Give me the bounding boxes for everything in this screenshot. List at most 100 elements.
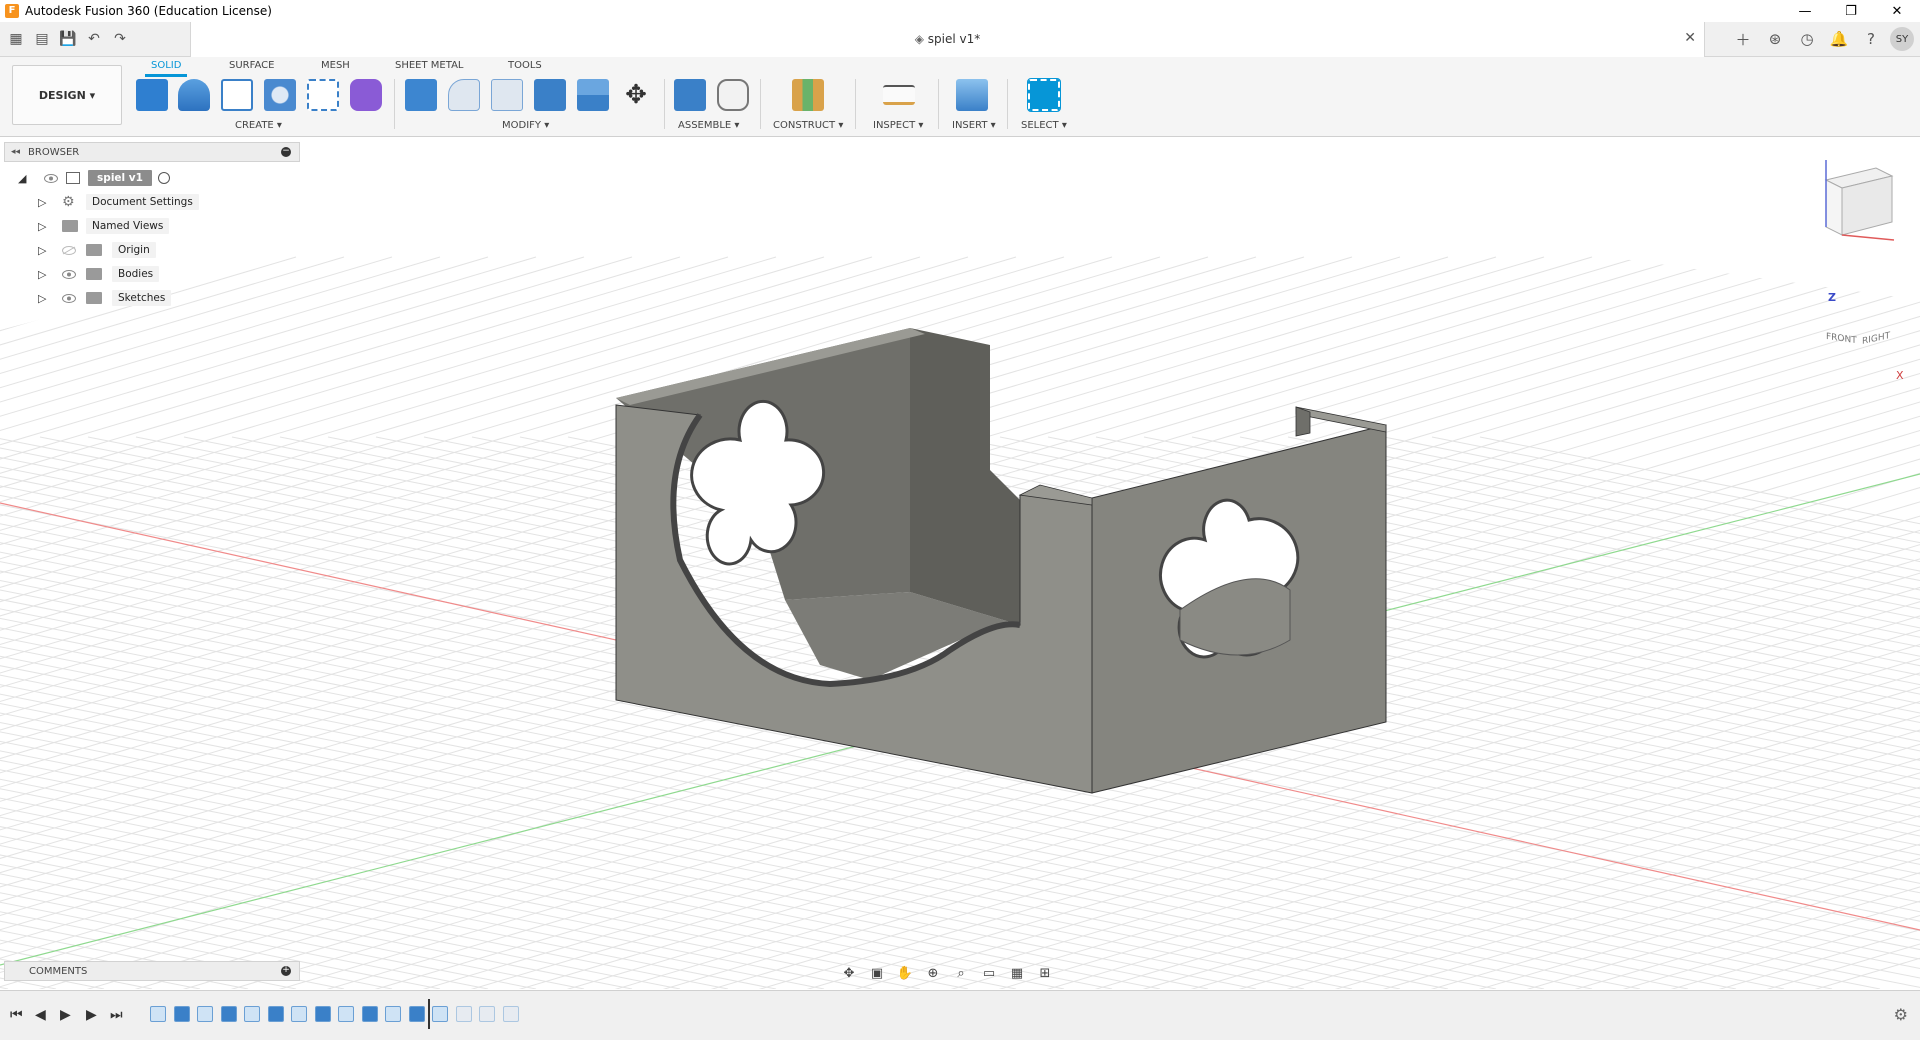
minimize-button[interactable]: — — [1782, 0, 1828, 22]
extrude-icon[interactable] — [178, 79, 210, 111]
tree-item-origin[interactable]: ▷ Origin — [4, 238, 300, 262]
save-icon[interactable]: 💾 — [56, 28, 80, 50]
new-tab-icon[interactable]: ＋ — [1730, 27, 1756, 51]
timeline-feature-icon[interactable] — [338, 1006, 354, 1022]
chamfer-icon[interactable] — [491, 79, 523, 111]
timeline-feature-icon[interactable] — [502, 1006, 519, 1022]
viewports-icon[interactable]: ⊞ — [1034, 963, 1056, 983]
undo-icon[interactable]: ↶ — [82, 28, 106, 50]
tree-root-row[interactable]: ◢ spiel v1 — [4, 166, 300, 190]
fit-zoom-window-icon[interactable]: ⌕ — [950, 963, 972, 983]
tab-surface[interactable]: SURFACE — [229, 60, 274, 71]
notifications-bell-icon[interactable]: 🔔 — [1826, 27, 1852, 51]
insert-image-icon[interactable] — [956, 79, 988, 111]
apps-grid-icon[interactable]: ▦ — [4, 28, 28, 50]
tree-item-named-views[interactable]: ▷ Named Views — [4, 214, 300, 238]
browser-minimize-icon[interactable]: − — [281, 147, 291, 157]
timeline-feature-icon[interactable] — [220, 1006, 237, 1022]
collapse-panel-icon[interactable]: ◂◂ — [11, 147, 20, 157]
timeline-feature-icon[interactable] — [150, 1006, 166, 1022]
job-status-icon[interactable]: ◷ — [1794, 27, 1820, 51]
expand-triangle-icon[interactable]: ▷ — [38, 196, 46, 209]
visibility-eye-icon[interactable] — [62, 269, 76, 279]
timeline-feature-icon[interactable] — [479, 1006, 495, 1022]
revolve-icon[interactable] — [264, 79, 296, 111]
look-at-icon[interactable]: ▣ — [866, 963, 888, 983]
browser-header[interactable]: ◂◂ BROWSER − — [4, 142, 300, 162]
extensions-icon[interactable]: ⊛ — [1762, 27, 1788, 51]
visibility-eye-icon[interactable] — [44, 173, 58, 183]
timeline-settings-gear-icon[interactable]: ⚙ — [1894, 1005, 1908, 1024]
timeline-feature-icon[interactable] — [361, 1006, 378, 1022]
timeline-feature-icon[interactable] — [291, 1006, 307, 1022]
construct-menu[interactable]: CONSTRUCT ▾ — [773, 120, 843, 131]
tab-tools[interactable]: TOOLS — [508, 60, 542, 71]
new-joint-icon[interactable] — [674, 79, 706, 111]
timeline-marker[interactable] — [428, 999, 430, 1029]
workspace-switcher-button[interactable]: DESIGN ▾ — [12, 65, 122, 125]
display-settings-icon[interactable]: ▭ — [978, 963, 1000, 983]
pan-hand-icon[interactable]: ✋ — [894, 963, 916, 983]
hidden-eye-icon[interactable] — [62, 245, 76, 255]
document-tab[interactable]: ◈ spiel v1* ✕ — [190, 22, 1705, 57]
redo-icon[interactable]: ↷ — [108, 28, 132, 50]
timeline-feature-icon[interactable] — [408, 1006, 425, 1022]
form-icon[interactable] — [350, 79, 382, 111]
timeline-feature-icon[interactable] — [385, 1006, 401, 1022]
pattern-icon[interactable] — [307, 79, 339, 111]
inspect-menu[interactable]: INSPECT ▾ — [873, 120, 923, 131]
user-avatar[interactable]: SY — [1890, 27, 1914, 51]
create-menu[interactable]: CREATE ▾ — [235, 120, 282, 131]
tree-item-sketches[interactable]: ▷ Sketches — [4, 286, 300, 310]
expand-triangle-icon[interactable]: ▷ — [38, 220, 46, 233]
maximize-button[interactable]: ❐ — [1828, 0, 1874, 22]
model-body[interactable] — [615, 328, 1387, 794]
help-icon[interactable]: ? — [1858, 27, 1884, 51]
measure-icon[interactable] — [883, 85, 915, 105]
timeline-feature-icon[interactable] — [314, 1006, 331, 1022]
select-menu[interactable]: SELECT ▾ — [1021, 120, 1067, 131]
new-component-icon[interactable] — [136, 79, 168, 111]
press-pull-icon[interactable] — [405, 79, 437, 111]
file-menu-icon[interactable]: ▤ — [30, 28, 54, 50]
collapse-triangle-icon[interactable]: ◢ — [18, 172, 26, 185]
tree-item-document-settings[interactable]: ▷ ⚙ Document Settings — [4, 190, 300, 214]
insert-menu[interactable]: INSERT ▾ — [952, 120, 996, 131]
timeline-feature-icon[interactable] — [173, 1006, 190, 1022]
zoom-icon[interactable]: ⊕ — [922, 963, 944, 983]
timeline-feature-icon[interactable] — [244, 1006, 260, 1022]
select-icon[interactable] — [1027, 78, 1061, 112]
timeline-feature-icon[interactable] — [267, 1006, 284, 1022]
tab-mesh[interactable]: MESH — [321, 60, 350, 71]
shell-icon[interactable] — [534, 79, 566, 111]
visibility-eye-icon[interactable] — [62, 293, 76, 303]
fillet-icon[interactable] — [448, 79, 480, 111]
timeline-feature-icon[interactable] — [455, 1006, 472, 1022]
orbit-icon[interactable]: ✥ — [838, 963, 860, 983]
add-comment-icon[interactable]: + — [281, 966, 291, 976]
go-to-start-icon[interactable]: ⏮ — [10, 1007, 23, 1023]
comments-panel[interactable]: COMMENTS + — [4, 961, 300, 981]
expand-triangle-icon[interactable]: ▷ — [38, 244, 46, 257]
step-back-icon[interactable]: ◀ — [35, 1007, 46, 1023]
timeline-feature-icon[interactable] — [197, 1006, 213, 1022]
expand-triangle-icon[interactable]: ▷ — [38, 268, 46, 281]
tab-sheet-metal[interactable]: SHEET METAL — [395, 60, 463, 71]
combine-icon[interactable] — [577, 79, 609, 111]
construct-plane-icon[interactable] — [792, 79, 824, 111]
assemble-menu[interactable]: ASSEMBLE ▾ — [678, 120, 739, 131]
play-icon[interactable]: ▶ — [60, 1007, 71, 1023]
tab-solid[interactable]: SOLID — [144, 60, 189, 77]
joint-icon[interactable] — [717, 79, 749, 111]
close-tab-icon[interactable]: ✕ — [1684, 30, 1696, 46]
activate-radio-icon[interactable] — [158, 172, 170, 184]
step-forward-icon[interactable]: ▶ — [86, 1007, 97, 1023]
move-copy-icon[interactable]: ✥ — [620, 79, 652, 111]
grid-snaps-icon[interactable]: ▦ — [1006, 963, 1028, 983]
tree-item-bodies[interactable]: ▷ Bodies — [4, 262, 300, 286]
modify-menu[interactable]: MODIFY ▾ — [502, 120, 549, 131]
create-sketch-icon[interactable] — [221, 79, 253, 111]
go-to-end-icon[interactable]: ⏭ — [110, 1007, 123, 1023]
timeline-feature-icon[interactable] — [432, 1006, 448, 1022]
close-window-button[interactable]: ✕ — [1874, 0, 1920, 22]
